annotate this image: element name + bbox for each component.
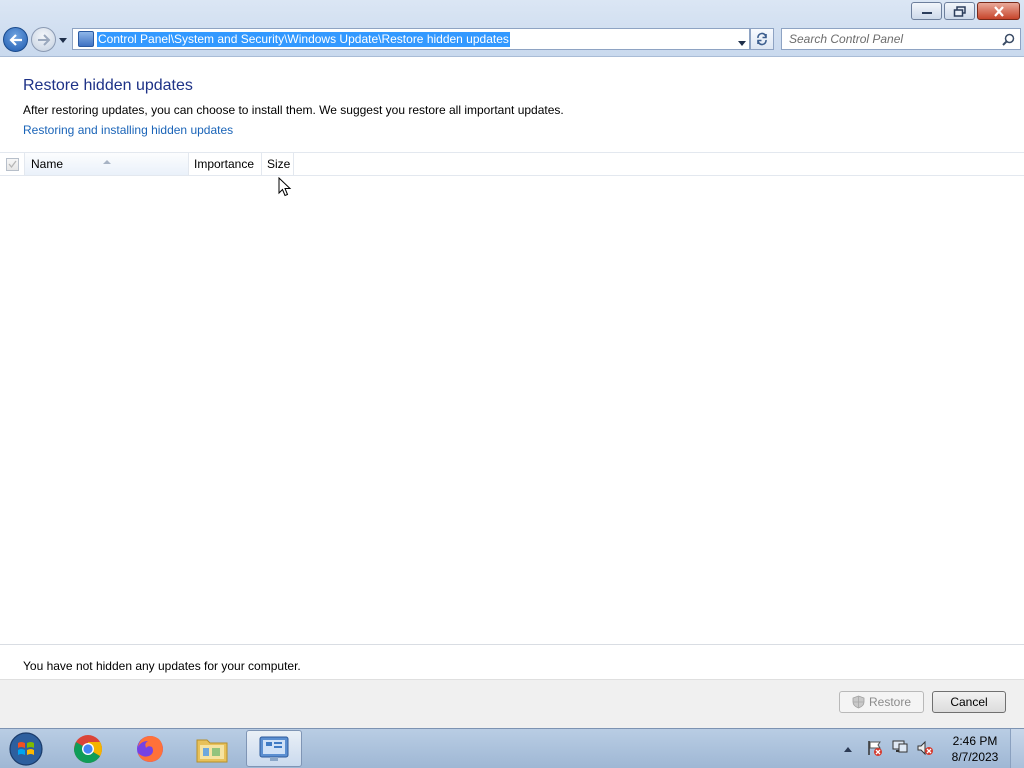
restore-down-icon — [953, 5, 966, 17]
chrome-icon — [74, 734, 102, 763]
column-header-importance[interactable]: Importance — [189, 153, 262, 175]
page-title: Restore hidden updates — [23, 77, 193, 94]
forward-arrow-icon — [37, 33, 50, 46]
search-input[interactable] — [789, 32, 999, 46]
search-icon[interactable] — [1002, 33, 1015, 49]
minimize-icon — [921, 12, 932, 14]
recent-pages-dropdown[interactable] — [58, 35, 68, 45]
control-panel-icon — [259, 736, 289, 761]
clock-time: 2:46 PM — [952, 734, 998, 748]
column-size-label: Size — [267, 157, 291, 171]
help-link[interactable]: Restoring and installing hidden updates — [23, 123, 233, 137]
search-box[interactable] — [781, 28, 1021, 50]
column-header-size[interactable]: Size — [262, 153, 294, 175]
page-description: After restoring updates, you can choose … — [23, 103, 564, 117]
volume-muted-icon[interactable] — [916, 739, 934, 760]
chevron-down-icon — [59, 37, 67, 43]
folder-icon — [196, 739, 228, 762]
refresh-icon — [757, 32, 767, 46]
start-button[interactable] — [6, 731, 46, 767]
cancel-button[interactable]: Cancel — [932, 691, 1006, 713]
taskbar: 2:46 PM 8/7/2023 — [0, 728, 1024, 768]
clock[interactable]: 2:46 PM 8/7/2023 — [940, 733, 1010, 765]
column-importance-label: Importance — [194, 157, 255, 171]
action-center-icon[interactable] — [866, 739, 884, 760]
updates-list-header: Name Importance Size — [0, 152, 1024, 176]
clock-date: 8/7/2023 — [951, 750, 999, 764]
show-desktop-button[interactable] — [1010, 729, 1024, 768]
restore-button[interactable]: Restore — [839, 691, 924, 713]
close-icon — [993, 5, 1004, 17]
address-path[interactable]: Control Panel\System and Security\Window… — [97, 31, 510, 47]
chevron-down-icon — [738, 41, 746, 46]
uac-shield-icon — [852, 695, 865, 709]
address-bar[interactable]: Control Panel\System and Security\Window… — [72, 28, 750, 50]
control-panel-icon — [78, 31, 94, 47]
status-divider — [0, 644, 1024, 645]
minimize-button[interactable] — [911, 2, 942, 20]
column-header-name[interactable]: Name — [25, 153, 189, 175]
checkmark-icon — [8, 160, 17, 168]
forward-button[interactable] — [31, 27, 56, 52]
back-button[interactable] — [3, 27, 28, 52]
column-name-label: Name — [31, 157, 64, 171]
maximize-button[interactable] — [944, 2, 975, 20]
chevron-up-icon — [844, 747, 852, 752]
firefox-icon — [137, 735, 163, 762]
address-dropdown-button[interactable] — [738, 35, 746, 49]
show-hidden-icons-button[interactable] — [843, 742, 853, 756]
window-chrome: Control Panel\System and Security\Window… — [0, 0, 1024, 57]
back-arrow-icon — [8, 33, 22, 46]
taskbar-firefox[interactable] — [122, 730, 178, 767]
network-icon[interactable] — [891, 739, 909, 760]
updates-list[interactable] — [0, 176, 1024, 644]
cancel-label: Cancel — [950, 695, 988, 709]
refresh-button[interactable] — [750, 28, 774, 50]
taskbar-chrome[interactable] — [60, 730, 116, 767]
select-all-checkbox[interactable] — [5, 157, 19, 171]
dialog-footer: Restore Cancel — [0, 679, 1024, 728]
window-controls — [911, 2, 1020, 20]
status-message: You have not hidden any updates for your… — [23, 659, 301, 673]
system-tray — [843, 729, 934, 768]
taskbar-control-panel[interactable] — [246, 730, 302, 767]
close-button[interactable] — [977, 2, 1020, 20]
restore-label: Restore — [868, 695, 912, 709]
select-all-column[interactable] — [0, 153, 25, 175]
taskbar-file-explorer[interactable] — [184, 730, 240, 767]
windows-logo-icon — [9, 732, 43, 766]
sort-ascending-icon — [103, 153, 111, 167]
mouse-pointer-icon — [278, 177, 292, 197]
